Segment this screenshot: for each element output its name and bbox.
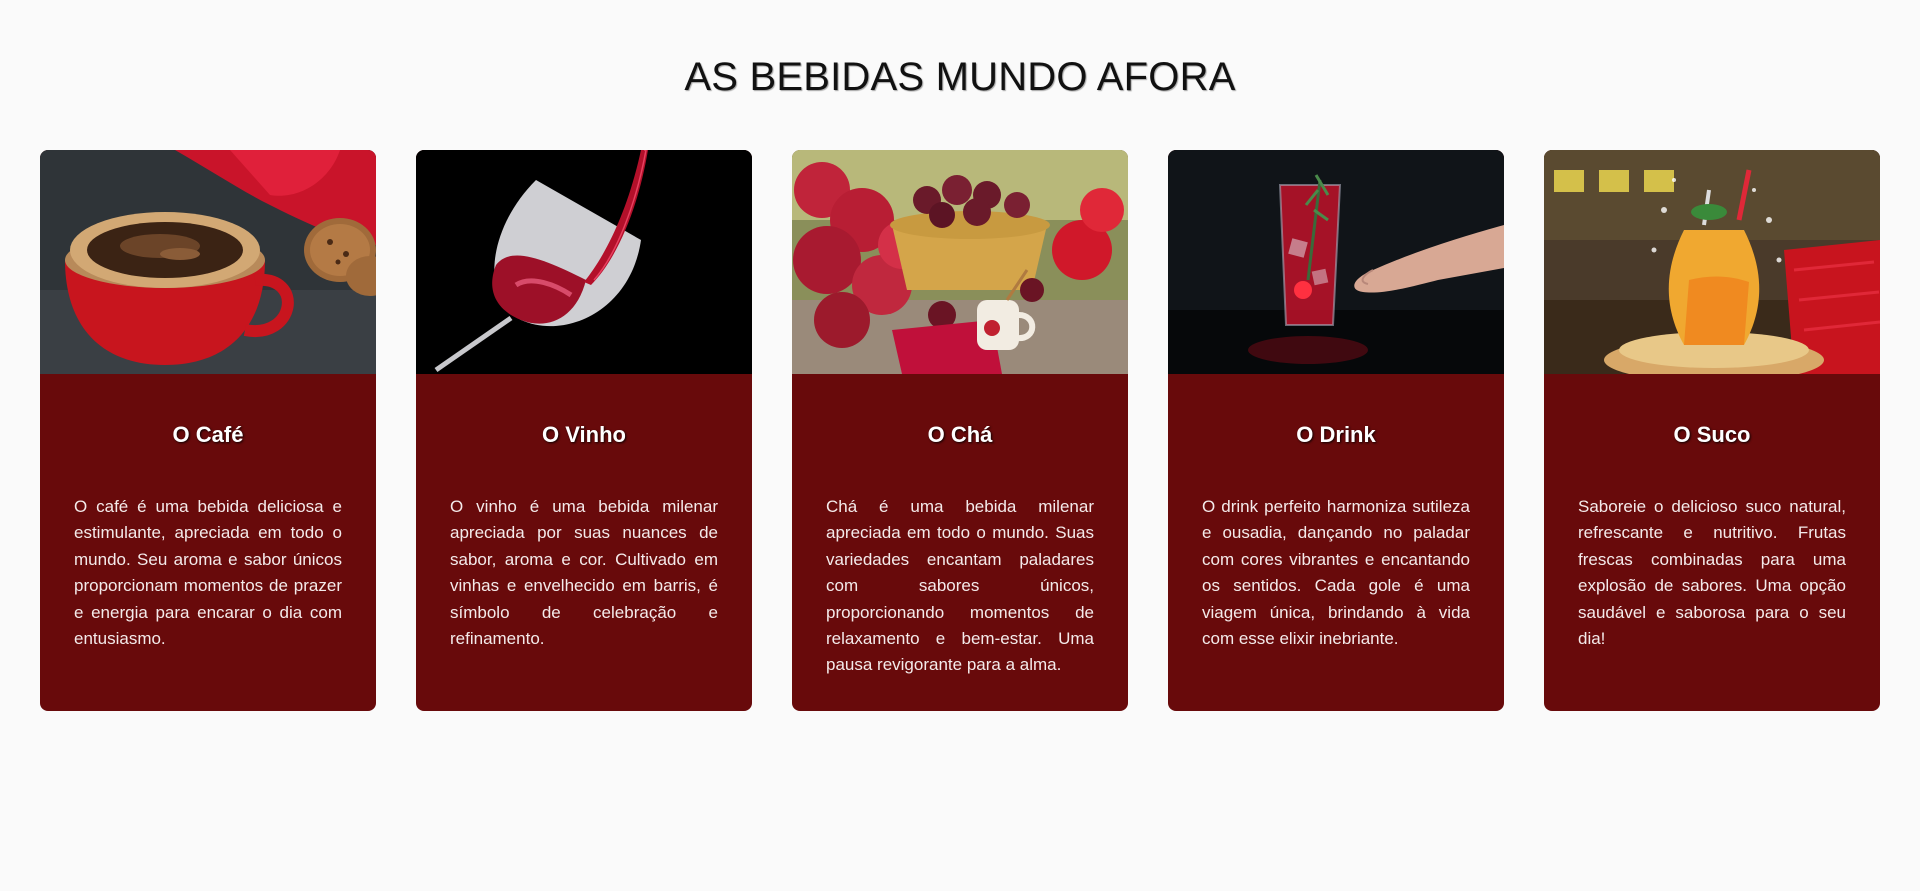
card-wine: O Vinho O vinho é uma bebida milenar apr… [416,150,752,711]
tea-flowers-image [792,150,1128,374]
card-title: O Café [172,422,244,447]
card-description: O drink perfeito harmoniza sutileza e ou… [1202,497,1470,649]
card-drink: O Drink O drink perfeito harmoniza sutil… [1168,150,1504,711]
red-drink-image [1168,150,1504,374]
card-description: Chá é uma bebida milenar apreciada em to… [826,497,1094,675]
coffee-cup-image [40,150,376,374]
card-description: Saboreie o delicioso suco natural, refre… [1578,497,1846,649]
card-description: O café é uma bebida deliciosa e estimula… [74,497,342,649]
card-title: O Suco [1673,422,1751,447]
card-tea: O Chá Chá é uma bebida milenar apreciada… [792,150,1128,711]
card-juice: O Suco Saboreie o delicioso suco natural… [1544,150,1880,711]
card-coffee: O Café O café é uma bebida deliciosa e e… [40,150,376,711]
card-title: O Vinho [542,422,626,447]
card-title: O Chá [927,422,993,447]
card-description: O vinho é uma bebida milenar apreciada p… [450,497,718,649]
drinks-card-list: O Café O café é uma bebida deliciosa e e… [40,150,1880,711]
juice-splash-image [1544,150,1880,374]
card-title: O Drink [1296,422,1376,447]
page-title: AS BEBIDAS MUNDO AFORA [684,55,1236,99]
wine-glass-image [416,150,752,374]
